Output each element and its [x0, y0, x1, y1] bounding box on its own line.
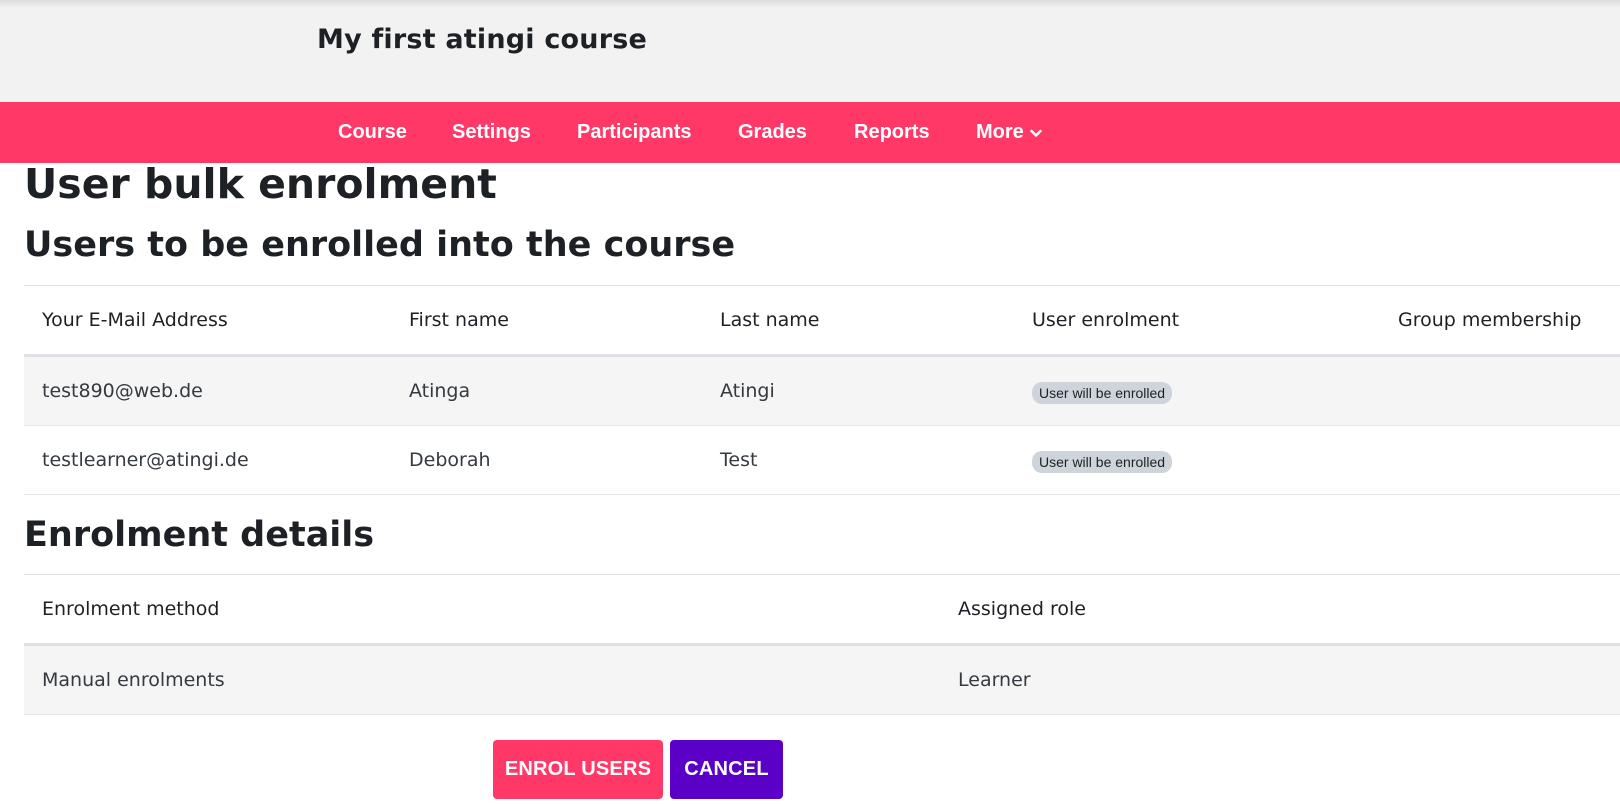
nav-item-course[interactable]: Course [338, 102, 407, 163]
user-last-name: Test [720, 449, 758, 471]
cancel-button[interactable]: CANCEL [670, 740, 783, 799]
enrol-users-button[interactable]: ENROL USERS [493, 740, 663, 799]
nav-item-more-label: More [976, 121, 1024, 143]
nav-item-settings[interactable]: Settings [452, 102, 531, 163]
table-row: test890@web.de Atinga Atingi User will b… [24, 357, 1620, 426]
users-table: Your E-Mail Address First name Last name… [24, 285, 1620, 495]
user-first-name: Atinga [409, 380, 471, 402]
status-badge: User will be enrolled [1032, 451, 1173, 473]
column-header-enrolment-method: Enrolment method [42, 598, 220, 620]
nav-item-reports[interactable]: Reports [854, 102, 930, 163]
table-row: Manual enrolments Learner [24, 646, 1620, 715]
column-header-user-enrolment: User enrolment [1032, 309, 1180, 331]
users-section-title: Users to be enrolled into the course [24, 225, 736, 265]
details-table-header: Enrolment method Assigned role [24, 574, 1620, 646]
details-section-title: Enrolment details [24, 515, 375, 555]
user-email: test890@web.de [42, 380, 203, 402]
column-header-last-name: Last name [720, 309, 820, 331]
chevron-down-icon [1030, 102, 1042, 163]
course-nav: Course Settings Participants Grades Repo… [0, 102, 1620, 163]
nav-item-more[interactable]: More [976, 102, 1042, 163]
course-header: My first atingi course [0, 0, 1620, 102]
column-header-email: Your E-Mail Address [42, 309, 228, 331]
enrolment-method: Manual enrolments [42, 669, 225, 691]
user-enrolment-cell: User will be enrolled [1032, 426, 1173, 494]
user-last-name: Atingi [720, 380, 775, 402]
table-row: testlearner@atingi.de Deborah Test User … [24, 426, 1620, 495]
column-header-group-membership: Group membership [1398, 309, 1582, 331]
nav-item-participants[interactable]: Participants [577, 102, 691, 163]
page-title: User bulk enrolment [24, 160, 497, 208]
column-header-first-name: First name [409, 309, 509, 331]
details-table: Enrolment method Assigned role Manual en… [24, 574, 1620, 715]
column-header-assigned-role: Assigned role [958, 598, 1086, 620]
user-first-name: Deborah [409, 449, 491, 471]
nav-item-grades[interactable]: Grades [738, 102, 807, 163]
user-email: testlearner@atingi.de [42, 449, 249, 471]
status-badge: User will be enrolled [1032, 382, 1173, 404]
header-shadow [0, 0, 1620, 8]
assigned-role: Learner [958, 669, 1031, 691]
course-title: My first atingi course [317, 24, 648, 55]
users-table-header: Your E-Mail Address First name Last name… [24, 285, 1620, 357]
user-enrolment-cell: User will be enrolled [1032, 357, 1173, 425]
